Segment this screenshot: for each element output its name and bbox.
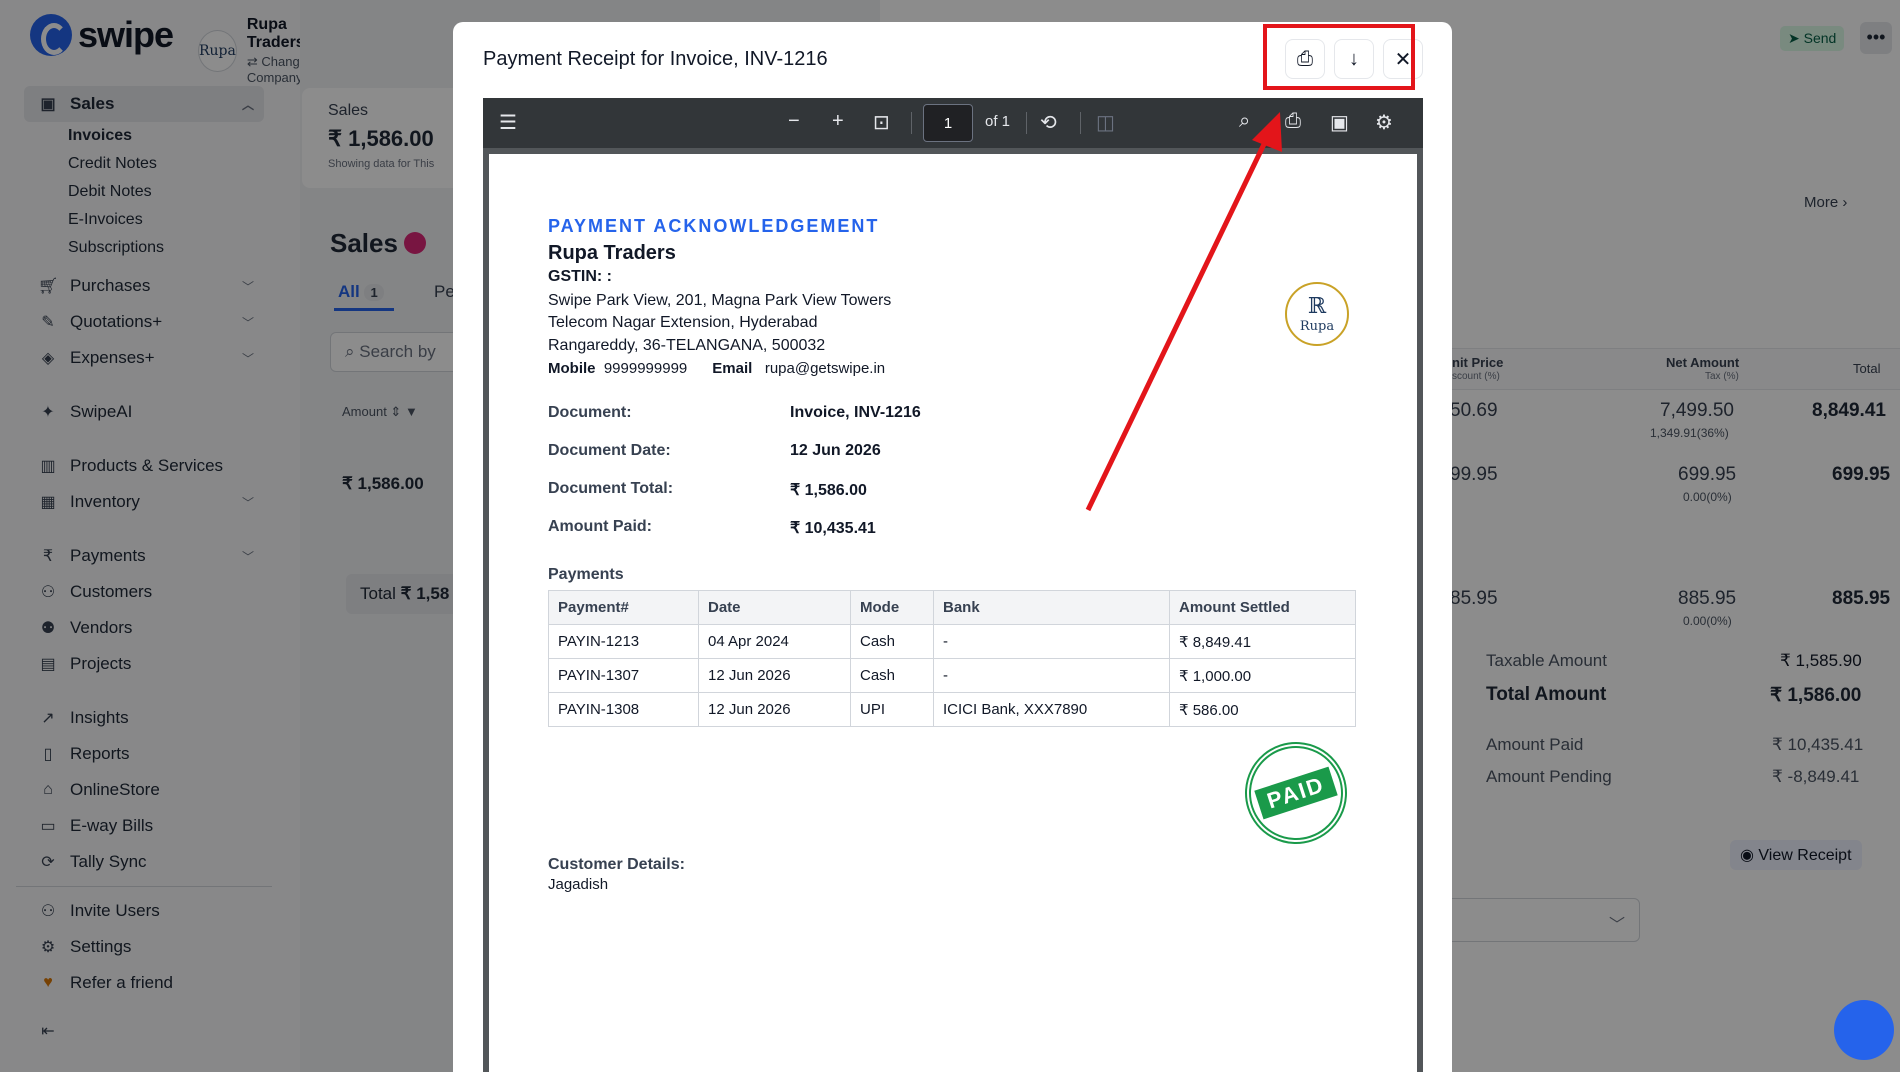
payments-label: Payments bbox=[548, 566, 624, 583]
col-date: Date bbox=[698, 590, 851, 625]
stamp-text: PAID bbox=[1253, 766, 1339, 820]
settings-icon[interactable]: ⚙ bbox=[1375, 110, 1393, 135]
search-icon[interactable]: ⌕ bbox=[1239, 110, 1250, 133]
cell-payment: PAYIN-1307 bbox=[548, 658, 699, 693]
cell-payment: PAYIN-1213 bbox=[548, 624, 699, 659]
customer-details-label: Customer Details: bbox=[548, 856, 685, 873]
mobile-label: Mobile bbox=[548, 360, 596, 377]
cell-date: 04 Apr 2024 bbox=[698, 624, 851, 659]
sidebar-toggle-icon[interactable]: ☰ bbox=[499, 110, 517, 135]
fit-page-icon[interactable]: ⊡ bbox=[873, 110, 890, 135]
field-label: Document Date: bbox=[548, 442, 671, 459]
field-label: Document: bbox=[548, 404, 632, 421]
doc-address-line: Swipe Park View, 201, Magna Park View To… bbox=[548, 292, 892, 309]
doc-contact: Mobile 9999999999 Email rupa@getswipe.in bbox=[548, 360, 885, 377]
cell-mode: UPI bbox=[850, 692, 934, 727]
field-value: Invoice, INV-1216 bbox=[790, 404, 921, 421]
cell-amount: ₹ 586.00 bbox=[1169, 692, 1356, 727]
field-value: ₹ 1,586.00 bbox=[790, 482, 867, 499]
field-label: Amount Paid: bbox=[548, 518, 652, 535]
payment-receipt-modal: Payment Receipt for Invoice, INV-1216 ⎙ … bbox=[453, 22, 1452, 1072]
modal-title: Payment Receipt for Invoice, INV-1216 bbox=[483, 48, 828, 70]
cell-amount: ₹ 1,000.00 bbox=[1169, 658, 1356, 693]
field-value: ₹ 10,435.41 bbox=[790, 520, 876, 537]
page-number-input[interactable]: 1 bbox=[923, 104, 973, 142]
cell-amount: ₹ 8,849.41 bbox=[1169, 624, 1356, 659]
divider bbox=[1026, 112, 1027, 134]
table-row: PAYIN-1307 12 Jun 2026 Cash - ₹ 1,000.00 bbox=[548, 658, 1356, 693]
print-icon[interactable]: ⎙ bbox=[1285, 110, 1301, 133]
paid-stamp: PAID bbox=[1231, 728, 1361, 858]
doc-gstin: GSTIN: : bbox=[548, 268, 612, 285]
company-logo: ℝ Rupa bbox=[1285, 282, 1349, 346]
page-count: of 1 bbox=[985, 113, 1011, 130]
payments-table: Payment# Date Mode Bank Amount Settled P… bbox=[548, 590, 1356, 727]
pdf-viewer: ☰ − + ⊡ 1 of 1 ⟲ ◫ ⌕ ⎙ ▣ ⚙ PAYMENT ACKNO… bbox=[483, 98, 1423, 1072]
logo-text: Rupa bbox=[1299, 319, 1335, 334]
customer-name: Jagadish bbox=[548, 876, 609, 893]
zoom-in-icon[interactable]: + bbox=[832, 110, 844, 133]
mobile-value: 9999999999 bbox=[603, 360, 688, 377]
zoom-out-icon[interactable]: − bbox=[788, 110, 800, 133]
divider bbox=[1080, 112, 1081, 134]
cell-mode: Cash bbox=[850, 624, 934, 659]
save-icon[interactable]: ▣ bbox=[1330, 110, 1349, 135]
field-label: Document Total: bbox=[548, 480, 674, 497]
cell-bank: - bbox=[933, 658, 1170, 693]
pdf-page: PAYMENT ACKNOWLEDGEMENT Rupa Traders GST… bbox=[489, 154, 1417, 1072]
cell-date: 12 Jun 2026 bbox=[698, 658, 851, 693]
cell-bank: ICICI Bank, XXX7890 bbox=[933, 692, 1170, 727]
table-row: PAYIN-1213 04 Apr 2024 Cash - ₹ 8,849.41 bbox=[548, 624, 1356, 659]
email-label: Email bbox=[712, 360, 753, 377]
chat-support-icon[interactable] bbox=[1834, 1000, 1894, 1060]
doc-company-name: Rupa Traders bbox=[548, 242, 676, 264]
table-row: PAYIN-1308 12 Jun 2026 UPI ICICI Bank, X… bbox=[548, 692, 1356, 727]
cell-bank: - bbox=[933, 624, 1170, 659]
email-value: rupa@getswipe.in bbox=[764, 360, 886, 377]
field-value: 12 Jun 2026 bbox=[790, 442, 881, 459]
col-amount-settled: Amount Settled bbox=[1169, 590, 1356, 625]
col-payment: Payment# bbox=[548, 590, 699, 625]
annotation-highlight-box bbox=[1263, 24, 1415, 90]
cell-date: 12 Jun 2026 bbox=[698, 692, 851, 727]
divider bbox=[911, 112, 912, 134]
doc-heading: PAYMENT ACKNOWLEDGEMENT bbox=[548, 216, 880, 236]
col-bank: Bank bbox=[933, 590, 1170, 625]
pdf-toolbar: ☰ − + ⊡ 1 of 1 ⟲ ◫ ⌕ ⎙ ▣ ⚙ bbox=[483, 98, 1423, 148]
cell-payment: PAYIN-1308 bbox=[548, 692, 699, 727]
table-header-row: Payment# Date Mode Bank Amount Settled bbox=[548, 590, 1356, 625]
two-page-icon[interactable]: ◫ bbox=[1096, 110, 1115, 135]
cell-mode: Cash bbox=[850, 658, 934, 693]
rotate-icon[interactable]: ⟲ bbox=[1040, 110, 1057, 135]
col-mode: Mode bbox=[850, 590, 934, 625]
logo-monogram-icon: ℝ bbox=[1307, 294, 1327, 319]
doc-address-line: Telecom Nagar Extension, Hyderabad bbox=[548, 314, 818, 331]
doc-address-line: Rangareddy, 36-TELANGANA, 500032 bbox=[548, 337, 826, 354]
